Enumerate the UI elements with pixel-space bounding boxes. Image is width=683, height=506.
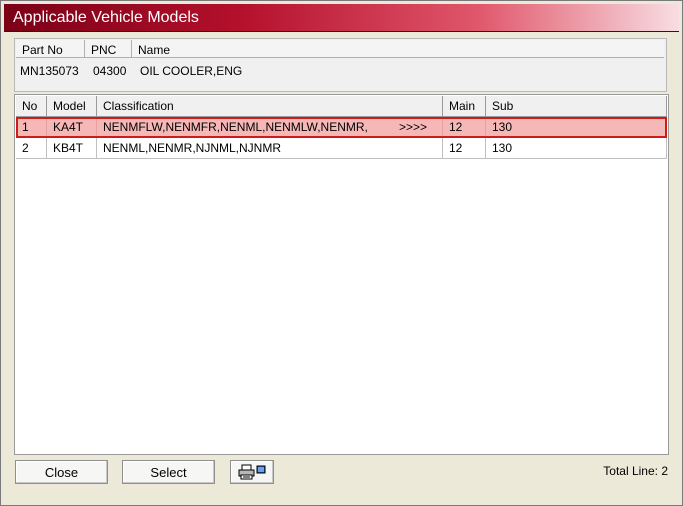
column-header-sub[interactable]: Sub: [486, 96, 667, 117]
title-bar[interactable]: Applicable Vehicle Models: [4, 4, 679, 32]
row-classification: NENML,NENMR,NJNML,NJNMR: [97, 138, 443, 159]
name-value: OIL COOLER,ENG: [140, 64, 243, 78]
row-main: 12: [443, 117, 486, 138]
part-info-panel: Part No PNC Name MN135073 04300 OIL COOL…: [14, 38, 667, 92]
row-model: KA4T: [47, 117, 97, 138]
part-info-header: Part No PNC Name: [16, 40, 664, 58]
table-row[interactable]: 2 KB4T NENML,NENMR,NJNML,NJNMR 12 130: [16, 138, 667, 159]
row-model: KB4T: [47, 138, 97, 159]
window-title: Applicable Vehicle Models: [13, 9, 199, 26]
row-sub: 130: [486, 138, 667, 159]
row-no: 1: [16, 117, 47, 138]
classification-text: NENMFLW,NENMFR,NENML,NENMLW,NENMR,: [103, 120, 368, 134]
pnc-value: 04300: [93, 64, 127, 78]
print-button[interactable]: [230, 460, 274, 484]
column-header-classification[interactable]: Classification: [97, 96, 443, 117]
row-main: 12: [443, 138, 486, 159]
part-no-value: MN135073: [20, 64, 79, 78]
printer-icon: [238, 464, 266, 480]
pnc-header: PNC: [85, 40, 132, 58]
row-classification: NENMFLW,NENMFR,NENML,NENMLW,NENMR, >>>>: [97, 117, 443, 138]
row-no: 2: [16, 138, 47, 159]
vehicle-models-table[interactable]: No Model Classification Main Sub 1 KA4T …: [14, 94, 669, 455]
more-indicator[interactable]: >>>>: [399, 120, 427, 134]
part-no-header: Part No: [16, 40, 85, 58]
column-header-no[interactable]: No: [16, 96, 47, 117]
table-row[interactable]: 1 KA4T NENMFLW,NENMFR,NENML,NENMLW,NENMR…: [16, 117, 667, 138]
part-info-values: MN135073 04300 OIL COOLER,ENG: [16, 64, 664, 78]
row-sub: 130: [486, 117, 667, 138]
column-header-main[interactable]: Main: [443, 96, 486, 117]
applicable-vehicle-models-dialog: Applicable Vehicle Models Part No PNC Na…: [0, 0, 683, 506]
table-header: No Model Classification Main Sub: [16, 96, 667, 117]
close-button[interactable]: Close: [15, 460, 108, 484]
name-header: Name: [132, 40, 664, 58]
column-header-model[interactable]: Model: [47, 96, 97, 117]
total-line-label: Total Line: 2: [603, 464, 668, 478]
select-button[interactable]: Select: [122, 460, 215, 484]
